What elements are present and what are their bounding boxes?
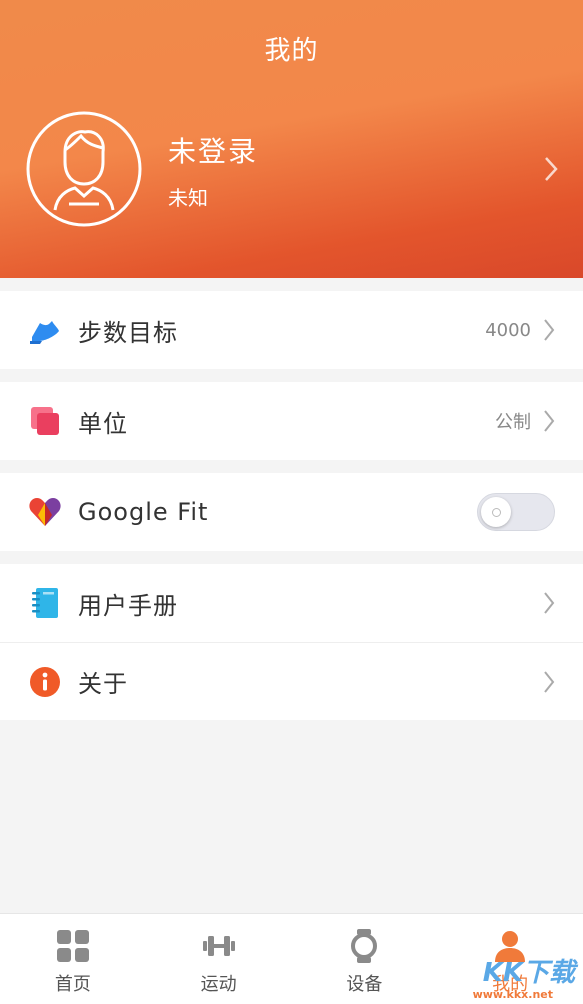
avatar-icon[interactable] bbox=[25, 110, 143, 228]
tab-home[interactable]: 首页 bbox=[0, 914, 146, 1004]
unit-row[interactable]: 单位 公制 bbox=[0, 382, 583, 460]
toggle-knob bbox=[481, 497, 511, 527]
tab-exercise-label: 运动 bbox=[200, 974, 237, 995]
settings-group-steps: 步数目标 4000 bbox=[0, 291, 583, 369]
settings-group-info: 用户手册 关于 bbox=[0, 564, 583, 720]
google-fit-heart-icon bbox=[29, 498, 61, 526]
dumbbell-icon bbox=[202, 936, 235, 956]
profile-header: 我的 未登录 未知 bbox=[0, 0, 583, 278]
watermark-text: KK下载 bbox=[482, 958, 575, 988]
chevron-right-icon bbox=[544, 670, 555, 693]
info-icon bbox=[30, 667, 60, 697]
watch-icon bbox=[351, 929, 378, 963]
about-row[interactable]: 关于 bbox=[0, 642, 583, 720]
chevron-right-icon[interactable] bbox=[543, 155, 559, 183]
step-goal-row[interactable]: 步数目标 4000 bbox=[0, 291, 583, 369]
tab-device-label: 设备 bbox=[346, 974, 383, 995]
unit-label: 单位 bbox=[78, 409, 128, 438]
settings-group-unit: 单位 公制 bbox=[0, 382, 583, 460]
chevron-right-icon bbox=[544, 592, 555, 614]
user-manual-label: 用户手册 bbox=[78, 591, 178, 620]
grid-icon bbox=[56, 930, 89, 962]
user-status: 未知 bbox=[168, 186, 208, 210]
page-title: 我的 bbox=[264, 36, 319, 66]
user-manual-row[interactable]: 用户手册 bbox=[0, 564, 583, 642]
chevron-right-icon bbox=[544, 410, 555, 432]
settings-group-googlefit: Google Fit bbox=[0, 473, 583, 551]
watermark-url: www.kkx.net bbox=[472, 988, 553, 1001]
user-name[interactable]: 未登录 bbox=[168, 130, 258, 170]
google-fit-toggle[interactable] bbox=[477, 493, 555, 531]
watermark: KK下载 www.kkx.net bbox=[461, 952, 581, 1004]
tab-device[interactable]: 设备 bbox=[292, 914, 438, 1004]
tab-home-label: 首页 bbox=[54, 974, 91, 995]
step-goal-value: 4000 bbox=[485, 319, 531, 341]
chevron-right-icon bbox=[544, 319, 555, 341]
tab-exercise[interactable]: 运动 bbox=[146, 914, 292, 1004]
unit-square-icon bbox=[31, 407, 59, 435]
about-label: 关于 bbox=[78, 670, 128, 698]
notebook-icon bbox=[32, 588, 58, 618]
unit-value: 公制 bbox=[495, 412, 531, 433]
google-fit-label: Google Fit bbox=[78, 498, 209, 526]
step-goal-label: 步数目标 bbox=[78, 318, 178, 347]
google-fit-row: Google Fit bbox=[0, 473, 583, 551]
sneaker-icon bbox=[30, 321, 59, 344]
